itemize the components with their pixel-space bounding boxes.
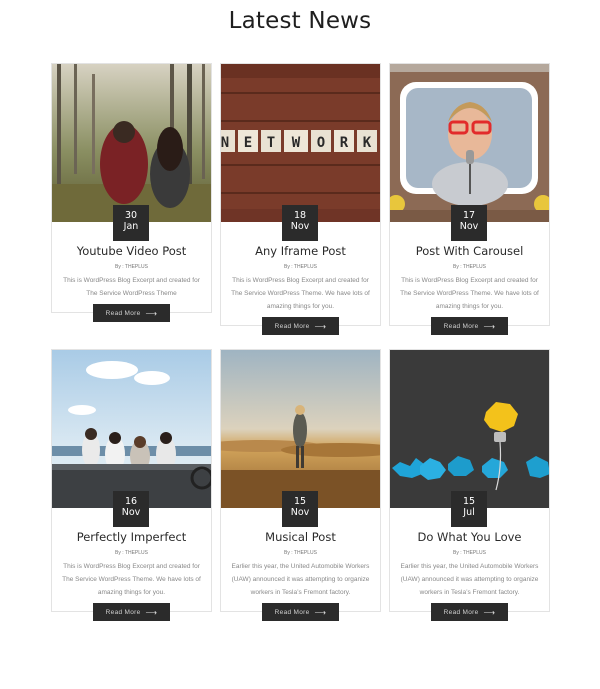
post-card[interactable]: N E T W O R K 18 Nov Any Iframe Post By … xyxy=(220,63,381,335)
post-author: By : THEPLUS xyxy=(115,264,148,270)
post-thumbnail-woman-landscape[interactable] xyxy=(221,350,380,508)
date-month: Jan xyxy=(123,221,139,232)
post-excerpt: Earlier this year, the United Automobile… xyxy=(231,563,370,596)
date-badge: 17 Nov xyxy=(451,205,487,241)
post-excerpt: This is WordPress Blog Excerpt and creat… xyxy=(63,277,200,297)
read-more-label: Read More xyxy=(274,322,310,330)
arrow-right-icon: ⟶ xyxy=(483,607,496,617)
arrow-right-icon: ⟶ xyxy=(314,607,327,617)
network-letter: W xyxy=(292,135,301,151)
read-more-label: Read More xyxy=(105,608,141,616)
network-letter: K xyxy=(363,135,372,151)
section-title: Latest News xyxy=(228,8,372,34)
post-excerpt: This is WordPress Blog Excerpt and creat… xyxy=(62,563,201,596)
post-card[interactable]: 15 Jul Do What You Love By : THEPLUS Ear… xyxy=(389,349,550,621)
date-badge: 16 Nov xyxy=(113,491,149,527)
post-thumbnail-friends-car[interactable] xyxy=(52,350,211,508)
arrow-right-icon: ⟶ xyxy=(145,308,158,318)
network-letter: R xyxy=(340,135,349,151)
read-more-button[interactable]: Read More ⟶ xyxy=(431,603,508,621)
date-day: 16 xyxy=(124,496,138,507)
date-badge: 18 Nov xyxy=(282,205,318,241)
post-author: By : THEPLUS xyxy=(115,550,148,556)
post-title[interactable]: Youtube Video Post xyxy=(60,244,203,258)
arrow-right-icon: ⟶ xyxy=(145,607,158,617)
post-title[interactable]: Post With Carousel xyxy=(398,244,541,258)
post-author: By : THEPLUS xyxy=(284,550,317,556)
post-card[interactable]: 16 Nov Perfectly Imperfect By : THEPLUS … xyxy=(51,349,212,621)
post-card[interactable]: 15 Nov Musical Post By : THEPLUS Earlier… xyxy=(220,349,381,621)
post-thumbnail-network-tiles[interactable]: N E T W O R K xyxy=(221,64,380,222)
read-more-button[interactable]: Read More ⟶ xyxy=(93,603,170,621)
date-day: 18 xyxy=(293,210,307,221)
network-letter: O xyxy=(317,135,325,151)
post-thumbnail-boy-microphone[interactable] xyxy=(390,64,549,222)
date-badge: 15 Nov xyxy=(282,491,318,527)
arrow-right-icon: ⟶ xyxy=(314,321,327,331)
date-month: Nov xyxy=(459,221,479,232)
post-thumbnail-paper-balls-bulb[interactable] xyxy=(390,350,549,508)
date-day: 30 xyxy=(124,210,138,221)
post-title[interactable]: Do What You Love xyxy=(398,530,541,544)
read-more-button[interactable]: Read More ⟶ xyxy=(262,317,339,335)
date-month: Nov xyxy=(290,221,310,232)
read-more-button[interactable]: Read More ⟶ xyxy=(262,603,339,621)
date-badge: 15 Jul xyxy=(451,491,487,527)
post-title[interactable]: Musical Post xyxy=(229,530,372,544)
post-excerpt: This is WordPress Blog Excerpt and creat… xyxy=(400,277,539,310)
network-letter: T xyxy=(267,135,275,151)
post-author: By : THEPLUS xyxy=(453,264,486,270)
network-letter: E xyxy=(244,135,252,151)
date-day: 15 xyxy=(462,496,476,507)
read-more-button[interactable]: Read More ⟶ xyxy=(431,317,508,335)
read-more-label: Read More xyxy=(105,309,141,317)
post-author: By : THEPLUS xyxy=(284,264,317,270)
date-badge: 30 Jan xyxy=(113,205,149,241)
date-month: Nov xyxy=(121,507,141,518)
read-more-label: Read More xyxy=(443,608,479,616)
post-excerpt: Earlier this year, the United Automobile… xyxy=(400,563,539,596)
network-letter-tiles: N E T W O R K xyxy=(221,130,377,152)
post-card[interactable]: 17 Nov Post With Carousel By : THEPLUS T… xyxy=(389,63,550,335)
read-more-label: Read More xyxy=(443,322,479,330)
arrow-right-icon: ⟶ xyxy=(483,321,496,331)
date-day: 15 xyxy=(293,496,307,507)
post-excerpt: This is WordPress Blog Excerpt and creat… xyxy=(231,277,370,310)
post-thumbnail-forest-couple[interactable] xyxy=(52,64,211,222)
post-title[interactable]: Any Iframe Post xyxy=(229,244,372,258)
read-more-label: Read More xyxy=(274,608,310,616)
post-author: By : THEPLUS xyxy=(453,550,486,556)
post-title[interactable]: Perfectly Imperfect xyxy=(60,530,203,544)
read-more-button[interactable]: Read More ⟶ xyxy=(93,304,170,322)
date-month: Jul xyxy=(463,507,475,518)
post-card[interactable]: 30 Jan Youtube Video Post By : THEPLUS T… xyxy=(51,63,212,322)
network-letter: N xyxy=(221,135,229,151)
date-day: 17 xyxy=(462,210,476,221)
date-month: Nov xyxy=(290,507,310,518)
